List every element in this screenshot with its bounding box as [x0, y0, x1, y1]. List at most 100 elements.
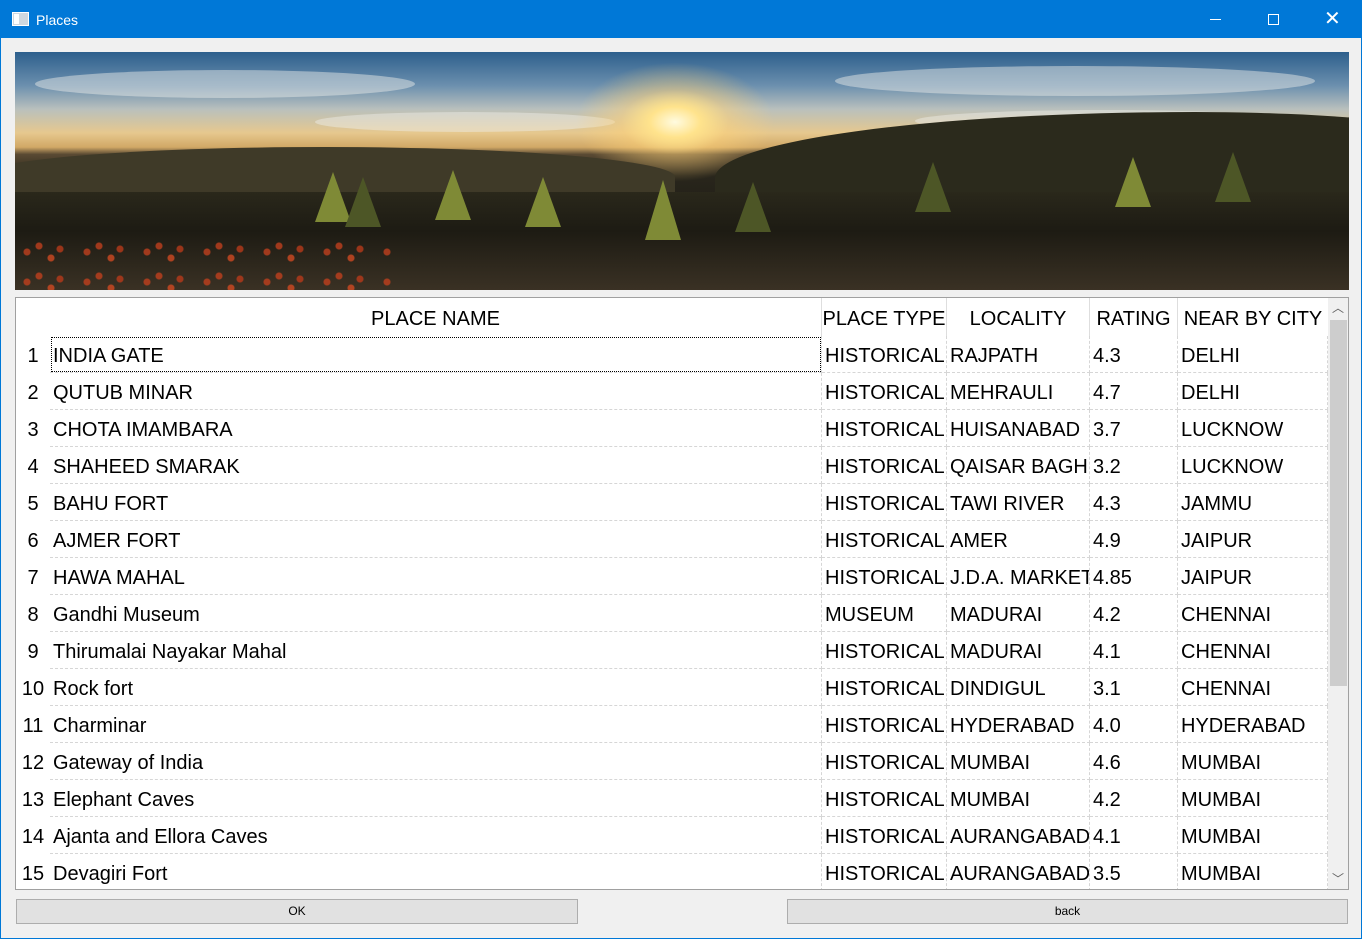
row-number[interactable]: 10	[16, 669, 50, 706]
table-cell-near-by-city[interactable]: LUCKNOW	[1178, 447, 1328, 484]
table-cell-place-name[interactable]: Rock fort	[50, 669, 822, 706]
table-cell-locality[interactable]: MADURAI	[947, 595, 1090, 632]
row-number[interactable]: 11	[16, 706, 50, 743]
table-cell-place-type[interactable]: MUSEUM	[822, 595, 947, 632]
table-cell-place-name[interactable]: INDIA GATE	[50, 336, 822, 373]
row-number[interactable]: 12	[16, 743, 50, 780]
places-table[interactable]: PLACE NAME PLACE TYPE LOCALITY RATING NE…	[15, 297, 1349, 890]
table-cell-locality[interactable]: DINDIGUL	[947, 669, 1090, 706]
table-cell-near-by-city[interactable]: CHENNAI	[1178, 669, 1328, 706]
table-cell-rating[interactable]: 4.3	[1090, 484, 1178, 521]
ok-button[interactable]: OK	[16, 899, 578, 924]
table-cell-rating[interactable]: 4.85	[1090, 558, 1178, 595]
column-header-place-name[interactable]: PLACE NAME	[50, 298, 822, 336]
table-cell-near-by-city[interactable]: CHENNAI	[1178, 632, 1328, 669]
table-cell-locality[interactable]: J.D.A. MARKET	[947, 558, 1090, 595]
table-cell-near-by-city[interactable]: MUMBAI	[1178, 780, 1328, 817]
table-cell-place-name[interactable]: AJMER FORT	[50, 521, 822, 558]
chevron-up-icon[interactable]: ︿	[1328, 298, 1348, 318]
table-cell-rating[interactable]: 4.2	[1090, 780, 1178, 817]
table-cell-place-type[interactable]: HISTORICAL	[822, 706, 947, 743]
table-cell-near-by-city[interactable]: CHENNAI	[1178, 595, 1328, 632]
table-cell-locality[interactable]: TAWI RIVER	[947, 484, 1090, 521]
row-number[interactable]: 8	[16, 595, 50, 632]
row-number[interactable]: 3	[16, 410, 50, 447]
table-cell-locality[interactable]: HUISANABAD	[947, 410, 1090, 447]
close-button[interactable]: ✕	[1302, 1, 1360, 38]
table-cell-near-by-city[interactable]: JAIPUR	[1178, 521, 1328, 558]
table-cell-place-type[interactable]: HISTORICAL	[822, 780, 947, 817]
table-cell-place-name[interactable]: Ajanta and Ellora Caves	[50, 817, 822, 854]
table-cell-near-by-city[interactable]: DELHI	[1178, 336, 1328, 373]
table-cell-locality[interactable]: MEHRAULI	[947, 373, 1090, 410]
table-cell-locality[interactable]: AURANGABAD	[947, 854, 1090, 889]
table-cell-place-name[interactable]: Charminar	[50, 706, 822, 743]
table-cell-locality[interactable]: QAISAR BAGH	[947, 447, 1090, 484]
table-cell-near-by-city[interactable]: LUCKNOW	[1178, 410, 1328, 447]
table-cell-rating[interactable]: 4.6	[1090, 743, 1178, 780]
row-number[interactable]: 7	[16, 558, 50, 595]
title-bar[interactable]: Places ✕	[1, 1, 1361, 38]
table-cell-place-type[interactable]: HISTORICAL	[822, 817, 947, 854]
row-number[interactable]: 13	[16, 780, 50, 817]
table-cell-place-name[interactable]: SHAHEED SMARAK	[50, 447, 822, 484]
row-number[interactable]: 15	[16, 854, 50, 889]
table-cell-near-by-city[interactable]: HYDERABAD	[1178, 706, 1328, 743]
table-cell-place-name[interactable]: CHOTA IMAMBARA	[50, 410, 822, 447]
table-cell-rating[interactable]: 4.7	[1090, 373, 1178, 410]
row-number[interactable]: 14	[16, 817, 50, 854]
table-cell-locality[interactable]: AURANGABAD	[947, 817, 1090, 854]
column-header-locality[interactable]: LOCALITY	[947, 298, 1090, 336]
row-number[interactable]: 2	[16, 373, 50, 410]
table-cell-locality[interactable]: AMER	[947, 521, 1090, 558]
table-cell-locality[interactable]: HYDERABAD	[947, 706, 1090, 743]
table-cell-locality[interactable]: RAJPATH	[947, 336, 1090, 373]
table-cell-rating[interactable]: 3.7	[1090, 410, 1178, 447]
table-cell-rating[interactable]: 3.2	[1090, 447, 1178, 484]
table-cell-rating[interactable]: 4.3	[1090, 336, 1178, 373]
maximize-button[interactable]	[1244, 1, 1302, 38]
scrollbar-thumb[interactable]	[1330, 320, 1347, 686]
table-cell-place-name[interactable]: HAWA MAHAL	[50, 558, 822, 595]
row-number[interactable]: 4	[16, 447, 50, 484]
table-cell-place-type[interactable]: HISTORICAL	[822, 373, 947, 410]
table-cell-place-name[interactable]: Thirumalai Nayakar Mahal	[50, 632, 822, 669]
table-cell-locality[interactable]: MADURAI	[947, 632, 1090, 669]
table-cell-place-name[interactable]: Gateway of India	[50, 743, 822, 780]
table-cell-rating[interactable]: 4.1	[1090, 817, 1178, 854]
table-cell-place-type[interactable]: HISTORICAL	[822, 410, 947, 447]
table-cell-place-type[interactable]: HISTORICAL	[822, 558, 947, 595]
column-header-near-by-city[interactable]: NEAR BY CITY	[1178, 298, 1328, 336]
table-cell-place-type[interactable]: HISTORICAL	[822, 669, 947, 706]
table-cell-rating[interactable]: 3.1	[1090, 669, 1178, 706]
vertical-scrollbar[interactable]: ︿ ﹀	[1328, 298, 1348, 889]
table-cell-place-name[interactable]: BAHU FORT	[50, 484, 822, 521]
table-cell-rating[interactable]: 4.2	[1090, 595, 1178, 632]
table-cell-locality[interactable]: MUMBAI	[947, 780, 1090, 817]
column-header-place-type[interactable]: PLACE TYPE	[822, 298, 947, 336]
table-cell-place-type[interactable]: HISTORICAL	[822, 854, 947, 889]
table-cell-place-type[interactable]: HISTORICAL	[822, 743, 947, 780]
table-cell-place-name[interactable]: Devagiri Fort	[50, 854, 822, 889]
table-cell-near-by-city[interactable]: MUMBAI	[1178, 743, 1328, 780]
table-cell-place-type[interactable]: HISTORICAL	[822, 521, 947, 558]
table-cell-near-by-city[interactable]: MUMBAI	[1178, 817, 1328, 854]
table-cell-locality[interactable]: MUMBAI	[947, 743, 1090, 780]
minimize-button[interactable]	[1186, 1, 1244, 38]
table-cell-near-by-city[interactable]: JAMMU	[1178, 484, 1328, 521]
table-cell-place-name[interactable]: QUTUB MINAR	[50, 373, 822, 410]
table-cell-near-by-city[interactable]: MUMBAI	[1178, 854, 1328, 889]
table-cell-rating[interactable]: 4.9	[1090, 521, 1178, 558]
table-cell-place-type[interactable]: HISTORICAL	[822, 336, 947, 373]
table-cell-place-type[interactable]: HISTORICAL	[822, 632, 947, 669]
row-number[interactable]: 1	[16, 336, 50, 373]
table-cell-place-name[interactable]: Gandhi Museum	[50, 595, 822, 632]
table-cell-rating[interactable]: 4.0	[1090, 706, 1178, 743]
table-cell-rating[interactable]: 4.1	[1090, 632, 1178, 669]
row-number[interactable]: 6	[16, 521, 50, 558]
row-number[interactable]: 5	[16, 484, 50, 521]
back-button[interactable]: back	[787, 899, 1348, 924]
table-cell-rating[interactable]: 3.5	[1090, 854, 1178, 889]
table-cell-place-type[interactable]: HISTORICAL	[822, 484, 947, 521]
table-cell-near-by-city[interactable]: JAIPUR	[1178, 558, 1328, 595]
